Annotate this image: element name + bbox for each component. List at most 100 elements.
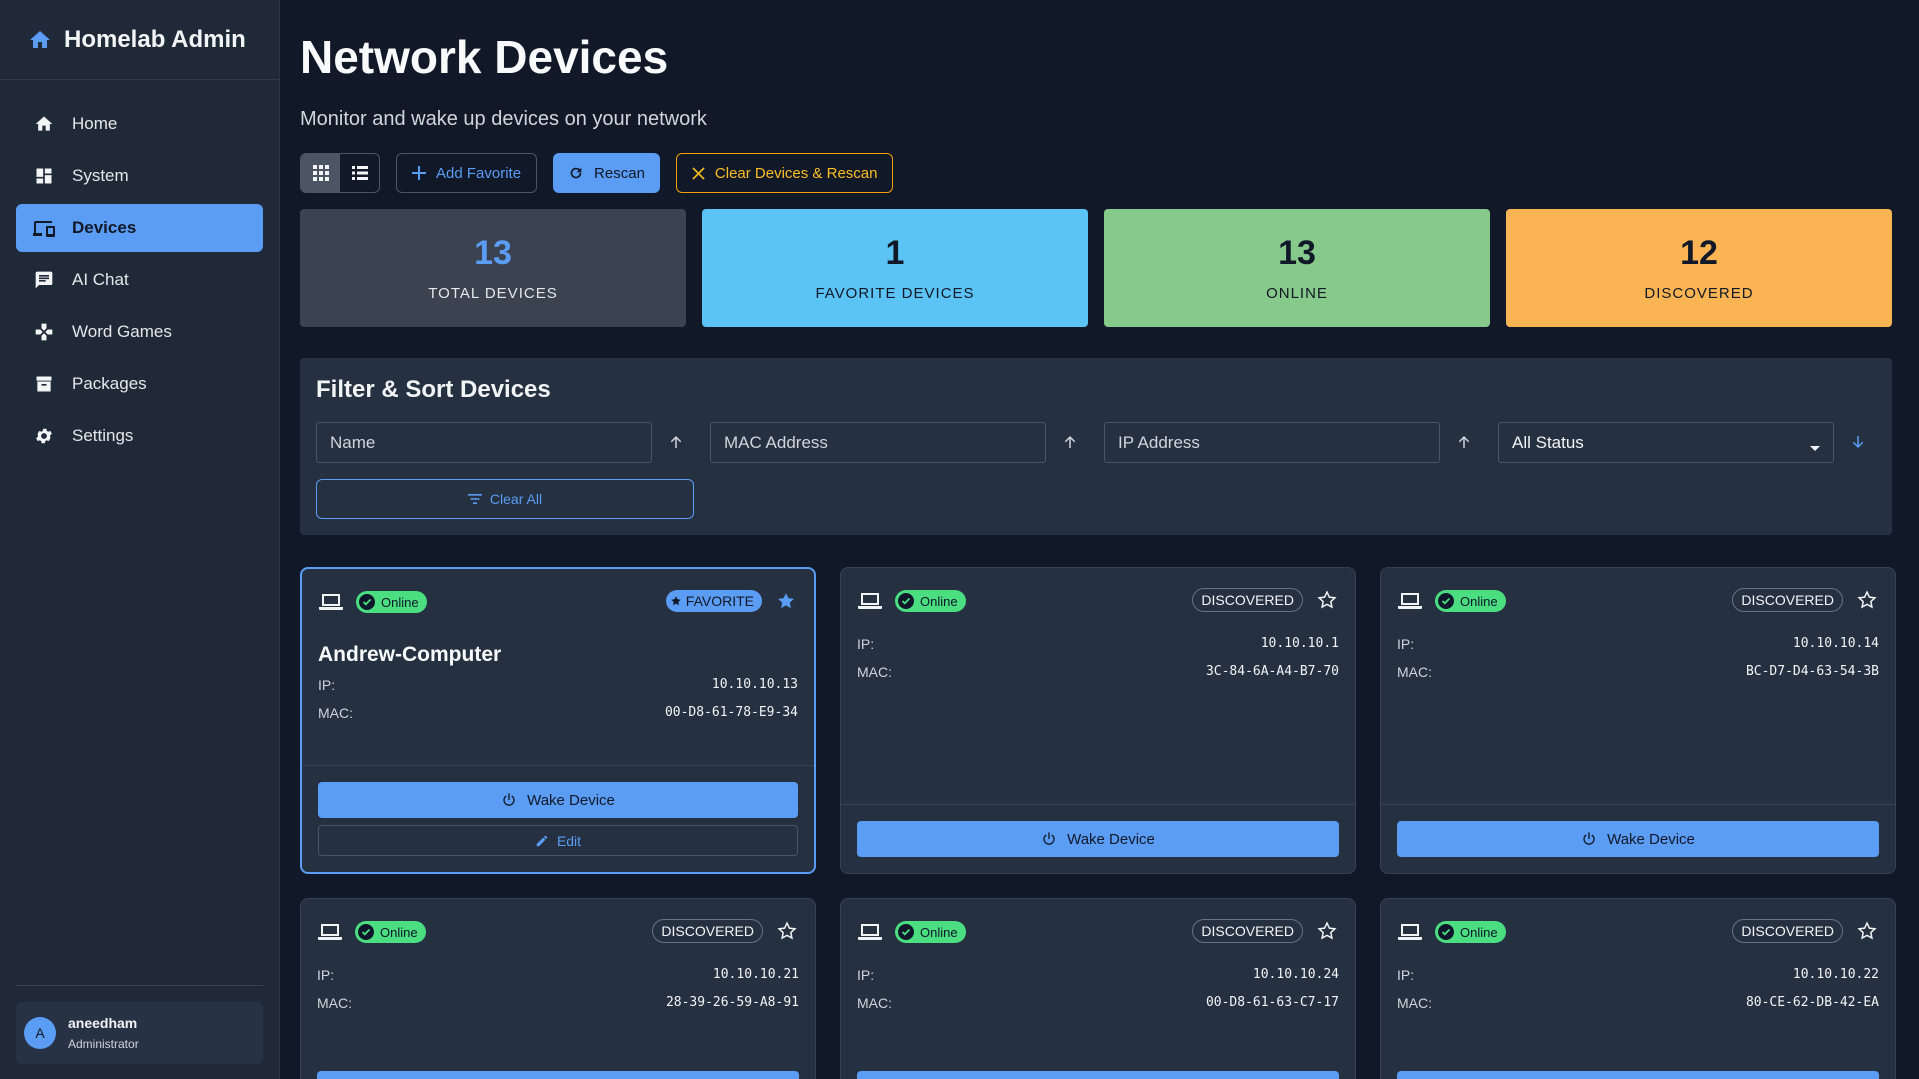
ip-row: IP: 10.10.10.13: [318, 677, 798, 693]
gear-icon: [32, 424, 56, 448]
edit-label: Edit: [556, 832, 582, 849]
sort-mac-arrow-up-icon[interactable]: [1058, 430, 1082, 454]
card-divider: [1381, 804, 1895, 805]
device-card[interactable]: Online DISCOVERED IP: 10.10.10.21 MAC: 2…: [300, 898, 816, 1079]
sidebar-nav: Home System Devices AI Chat Word Games P…: [0, 80, 279, 460]
check-circle-icon: [898, 924, 914, 940]
unfavorite-star-button[interactable]: [774, 589, 798, 613]
ip-row: IP: 10.10.10.21: [317, 967, 799, 983]
status-label: Online: [380, 924, 418, 940]
favorite-star-button[interactable]: [1315, 919, 1339, 943]
mac-row: MAC: 28-39-26-59-A8-91: [317, 995, 799, 1011]
grid-view-button[interactable]: [301, 154, 340, 192]
discovered-badge: DISCOVERED: [1192, 919, 1303, 943]
device-card-favorite[interactable]: Online FAVORITE Andrew-Computer IP: 10.1…: [300, 567, 816, 874]
clear-devices-rescan-button[interactable]: Clear Devices & Rescan: [675, 153, 894, 193]
wake-device-button[interactable]: Wake Device: [857, 821, 1339, 857]
card-header: Online: [857, 921, 966, 943]
device-card[interactable]: Online DISCOVERED IP: 10.10.10.1 MAC: 3C…: [840, 567, 1356, 874]
filter-icon: [467, 493, 482, 505]
status-badge: Online: [356, 591, 427, 613]
ip-row: IP: 10.10.10.14: [1397, 636, 1879, 652]
mac-label: MAC:: [857, 995, 892, 1011]
ip-label: IP:: [318, 677, 336, 693]
filter-title: Filter & Sort Devices: [316, 376, 551, 403]
pencil-icon: [535, 834, 549, 848]
ip-row: IP: 10.10.10.22: [1397, 967, 1879, 983]
mac-row: MAC: BC-D7-D4-63-54-3B: [1397, 664, 1879, 680]
grid-icon: [312, 164, 330, 182]
wake-device-button[interactable]: Wake Device: [1397, 821, 1879, 857]
card-badges: DISCOVERED: [652, 919, 799, 943]
wake-device-label: Wake Device: [527, 791, 615, 809]
toolbar: Add Favorite Rescan Clear Devices & Resc…: [300, 153, 894, 193]
mac-label: MAC:: [1397, 664, 1432, 680]
status-badge: Online: [1435, 921, 1506, 943]
add-favorite-label: Add Favorite: [436, 164, 522, 182]
laptop-icon: [1397, 591, 1423, 611]
wake-device-button[interactable]: Wake Device: [318, 782, 798, 818]
sort-status-arrow-down-icon[interactable]: [1846, 430, 1870, 454]
favorite-star-button[interactable]: [775, 919, 799, 943]
laptop-icon: [1397, 922, 1423, 942]
clear-all-label: Clear All: [489, 491, 543, 507]
list-view-button[interactable]: [340, 154, 379, 192]
rescan-button[interactable]: Rescan: [553, 153, 660, 193]
sidebar: Homelab Admin Home System Devices AI Cha…: [0, 0, 280, 1079]
sort-ip-arrow-up-icon[interactable]: [1452, 430, 1476, 454]
stat-value: 13: [1278, 234, 1316, 272]
name-filter-input[interactable]: Name: [316, 422, 652, 463]
discovered-badge: DISCOVERED: [652, 919, 763, 943]
view-toggle: [300, 153, 380, 193]
edit-device-button[interactable]: Edit: [318, 825, 798, 856]
chat-icon: [32, 268, 56, 292]
wake-device-button[interactable]: [1397, 1071, 1879, 1079]
device-card[interactable]: Online DISCOVERED IP: 10.10.10.14 MAC: B…: [1380, 567, 1896, 874]
laptop-icon: [317, 922, 343, 942]
brand[interactable]: Homelab Admin: [0, 0, 279, 80]
user-role: Administrator: [68, 1037, 139, 1051]
ip-value: 10.10.10.24: [1252, 967, 1339, 982]
ip-value: 10.10.10.13: [711, 677, 798, 692]
stats-row: 13 TOTAL DEVICES 1 FAVORITE DEVICES 13 O…: [300, 209, 1892, 327]
page-subtitle: Monitor and wake up devices on your netw…: [300, 108, 707, 130]
status-badge: Online: [895, 590, 966, 612]
sidebar-item-word-games[interactable]: Word Games: [16, 308, 263, 356]
stat-value: 1: [885, 234, 905, 272]
device-card[interactable]: Online DISCOVERED IP: 10.10.10.22 MAC: 8…: [1380, 898, 1896, 1079]
mac-filter-input[interactable]: MAC Address: [710, 422, 1046, 463]
card-badges: FAVORITE: [665, 589, 798, 613]
sidebar-item-settings[interactable]: Settings: [16, 412, 263, 460]
wake-device-button[interactable]: [317, 1071, 799, 1079]
user-card[interactable]: A aneedham Administrator: [16, 1002, 263, 1064]
discovered-badge: DISCOVERED: [1732, 588, 1843, 612]
sidebar-item-devices[interactable]: Devices: [16, 204, 263, 252]
mac-row: MAC: 00-D8-61-78-E9-34: [318, 705, 798, 721]
ip-value: 10.10.10.22: [1792, 967, 1879, 982]
sidebar-item-ai-chat[interactable]: AI Chat: [16, 256, 263, 304]
wake-device-button[interactable]: [857, 1071, 1339, 1079]
favorite-star-button[interactable]: [1315, 588, 1339, 612]
mac-label: MAC:: [1397, 995, 1432, 1011]
device-card[interactable]: Online DISCOVERED IP: 10.10.10.24 MAC: 0…: [840, 898, 1356, 1079]
favorite-star-button[interactable]: [1855, 588, 1879, 612]
page-title: Network Devices: [300, 31, 669, 83]
sort-name-arrow-up-icon[interactable]: [664, 430, 688, 454]
status-select[interactable]: All Status: [1498, 422, 1834, 463]
clear-all-button[interactable]: Clear All: [316, 479, 694, 519]
check-circle-icon: [898, 593, 914, 609]
stat-online: 13 ONLINE: [1104, 209, 1490, 327]
sidebar-item-label: AI Chat: [72, 270, 129, 289]
star-icon: [670, 595, 682, 607]
sidebar-item-packages[interactable]: Packages: [16, 360, 263, 408]
add-favorite-button[interactable]: Add Favorite: [396, 153, 538, 193]
rescan-label: Rescan: [594, 164, 645, 182]
ip-value: 10.10.10.1: [1260, 636, 1339, 651]
sidebar-item-system[interactable]: System: [16, 152, 263, 200]
mac-row: MAC: 00-D8-61-63-C7-17: [857, 995, 1339, 1011]
stat-label: TOTAL DEVICES: [428, 285, 558, 302]
sidebar-item-home[interactable]: Home: [16, 100, 263, 148]
stat-favorite-devices: 1 FAVORITE DEVICES: [702, 209, 1088, 327]
ip-filter-input[interactable]: IP Address: [1104, 422, 1440, 463]
favorite-star-button[interactable]: [1855, 919, 1879, 943]
